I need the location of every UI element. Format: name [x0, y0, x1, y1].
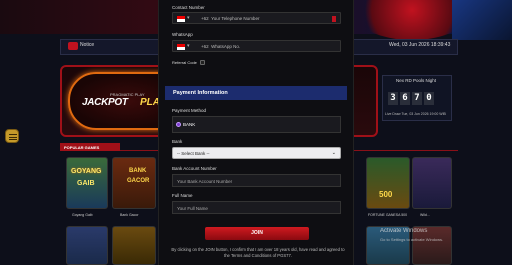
game-label: Wild... [420, 213, 430, 217]
pools-digit: 3 [388, 92, 398, 105]
game-tile[interactable] [412, 157, 452, 209]
whatsapp-field[interactable]: ▾ +62 WhatsApp No. [172, 40, 341, 52]
referral-code-checkbox[interactable] [200, 60, 205, 65]
jackpot-title: JACKPOT [82, 97, 128, 108]
terms-line: the Terms and Conditions of PGS77. [224, 253, 292, 258]
game-tile-bank-gacor[interactable]: BANK GACOR [112, 157, 156, 209]
popular-games-tab[interactable]: POPULAR GAMES [60, 143, 120, 151]
payment-method-radio[interactable] [176, 122, 181, 127]
terms-text: By clicking on the JOIN button, I confir… [166, 247, 350, 259]
game-title: GAIB [77, 180, 95, 187]
pools-result: 3 6 7 0 [388, 92, 434, 105]
whatsapp-label: WhatsApp [172, 32, 193, 37]
indonesia-flag-icon [177, 44, 185, 50]
pools-digit: 0 [424, 92, 434, 105]
game-title: BANK [129, 168, 147, 174]
datetime: Wed, 03 Jun 2026 18:39:43 [389, 42, 451, 48]
menu-icon[interactable] [5, 129, 19, 143]
whatsapp-input[interactable]: +62 WhatsApp No. [201, 44, 240, 49]
game-tile-fortune-ganesa[interactable]: 500 [366, 157, 410, 209]
contact-number-input[interactable]: +62 Your Telephone Number [201, 16, 259, 21]
trash-icon[interactable] [332, 16, 336, 22]
game-title: GACOR [127, 178, 150, 184]
pools-digit: 7 [412, 92, 422, 105]
bank-select-value: -- Select Bank -- [177, 151, 210, 156]
bank-account-label: Bank Account Number [172, 166, 217, 171]
game-label: Goyang Gaib [72, 213, 93, 217]
game-title: 500 [379, 190, 393, 199]
game-title: GOYANG [71, 168, 102, 175]
join-button[interactable]: JOIN [205, 227, 309, 240]
pools-live-text: Live Draw Tue, 03 Jun 2026 19:00 WIB [385, 112, 446, 116]
payment-info-header: Payment Information [165, 86, 347, 100]
game-label: Bank Gacor [120, 213, 139, 217]
contact-number-label: Contact Number [172, 5, 205, 10]
payment-method-value[interactable]: BANK [183, 122, 195, 127]
payment-method-options: BANK [172, 116, 341, 133]
bank-account-input[interactable]: Your Bank Account Number [172, 174, 341, 187]
game-tile[interactable] [66, 226, 108, 265]
payment-method-label: Payment Method [172, 108, 207, 113]
windows-activation-title: Activate Windows [380, 228, 428, 234]
game-label: FORTUNE GANESA 500 [368, 213, 408, 217]
bank-select[interactable]: -- Select Bank -- ⌄ [172, 147, 341, 159]
chevron-down-icon: ⌄ [331, 150, 336, 156]
game-tile[interactable] [112, 226, 156, 265]
indonesia-flag-icon [177, 16, 185, 22]
pools-digit: 6 [400, 92, 410, 105]
full-name-input[interactable]: Your Full Name [172, 201, 341, 214]
notice-icon [68, 42, 78, 50]
chevron-down-icon[interactable]: ▾ [187, 43, 190, 49]
full-name-label: Full Name [172, 193, 193, 198]
banner-decoration-right [452, 0, 512, 40]
referral-code-label: Referral Code [172, 60, 197, 65]
pools-title: Nex RD Pools Night [396, 78, 437, 83]
game-tile-goyang-gaib[interactable]: GOYANG GAIB [66, 157, 108, 209]
chevron-down-icon[interactable]: ▾ [187, 15, 190, 21]
bank-label: Bank [172, 139, 183, 144]
contact-number-field[interactable]: ▾ +62 Your Telephone Number [172, 12, 341, 24]
windows-activation-sub: Go to Settings to activate Windows. [380, 237, 444, 242]
notice-label: Notice [80, 42, 95, 48]
